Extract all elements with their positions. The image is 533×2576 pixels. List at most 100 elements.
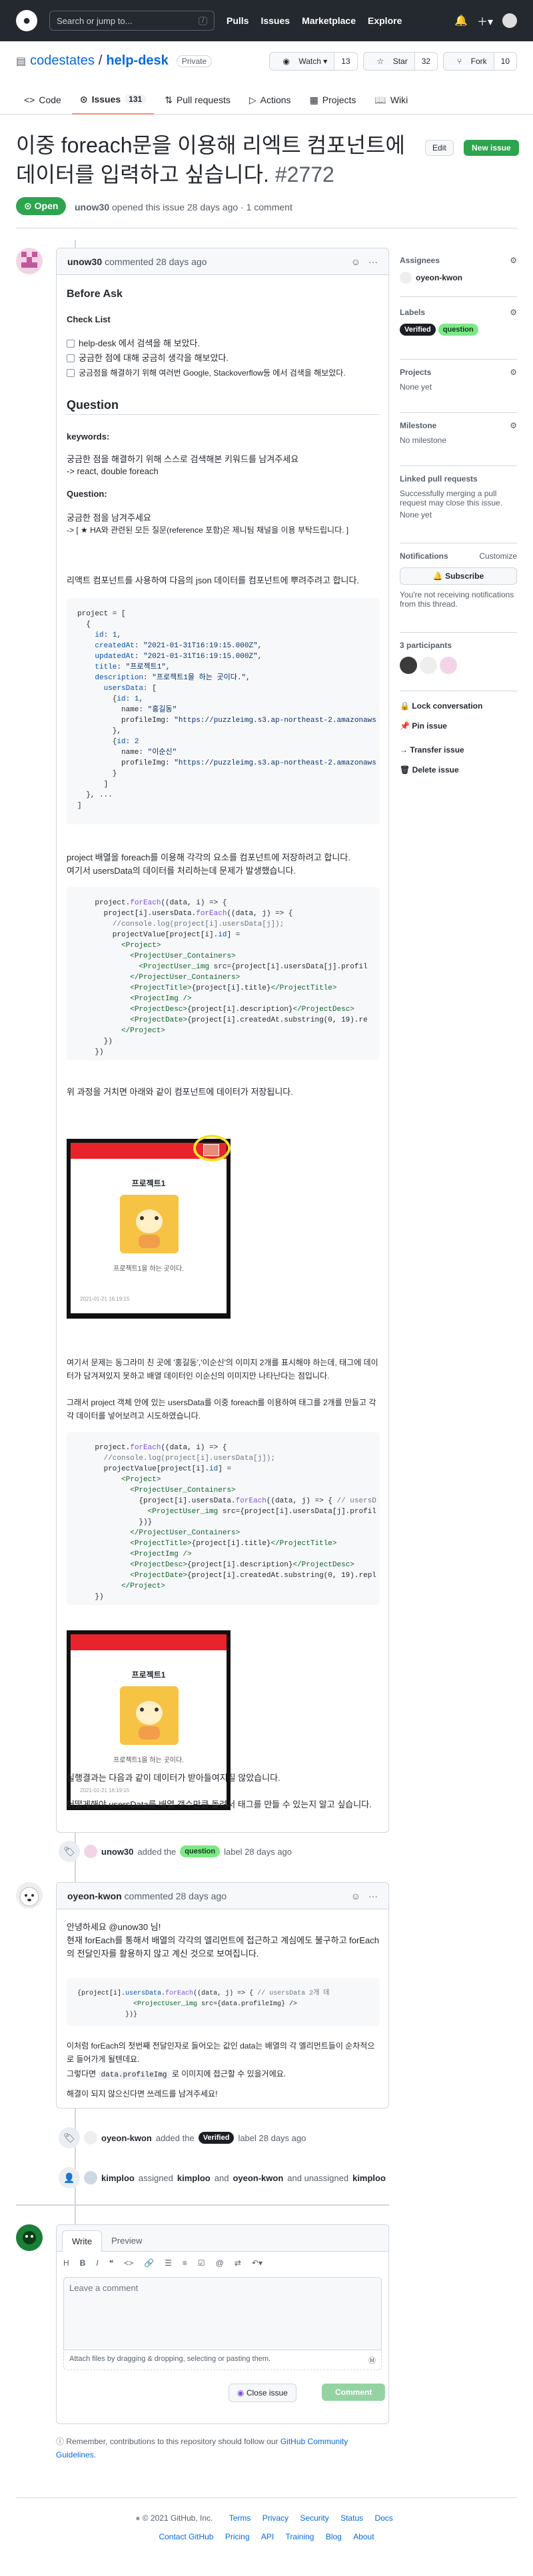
search-input[interactable]: Search or jump to... / [49,11,215,31]
delete-issue-link[interactable]: 🗑 Delete issue [400,763,459,777]
tab-wiki[interactable]: 📖 Wiki [366,85,416,115]
footer-link[interactable]: Privacy [263,2513,288,2523]
link-icon[interactable]: 🔗 [144,2258,154,2268]
smiley-icon[interactable]: ☺ [351,256,360,267]
bell-icon[interactable]: 🔔 [454,14,468,27]
star-count[interactable]: 32 [414,53,438,70]
comment-author[interactable]: unow30 [67,256,102,267]
checklist-item[interactable]: help-desk 에서 검색을 해 보았다. [67,337,200,350]
checklist-item[interactable]: 궁금한 점에 대해 궁금히 생각을 해보았다. [67,352,229,365]
avatar[interactable] [16,248,43,274]
fork-button[interactable]: ⑂ Fork 10 [443,52,517,71]
customize-link[interactable]: Customize [479,551,517,561]
avatar[interactable] [84,2131,97,2144]
gear-icon[interactable]: ⚙ [510,368,517,377]
transfer-issue-link[interactable]: → Transfer issue [400,743,464,757]
kebab-horizontal-icon[interactable]: ··· [368,1891,378,1901]
avatar[interactable] [400,657,417,674]
watch-button[interactable]: ◉ Watch ▾ 13 [268,52,358,71]
footer-link[interactable]: Blog [326,2532,342,2541]
footer-link[interactable]: Terms [229,2513,251,2523]
quote-icon[interactable]: ❝ [109,2258,113,2268]
footer-link[interactable]: Contact GitHub [159,2532,213,2541]
issue-author-link[interactable]: unow30 [75,202,109,212]
kebab-horizontal-icon[interactable]: ··· [368,256,378,267]
cross-reference-icon[interactable]: ⇄ [235,2258,241,2268]
footer-link[interactable]: Docs [374,2513,392,2523]
lock-conversation-link[interactable]: 🔒 Lock conversation [400,699,482,713]
avatar[interactable] [440,657,457,674]
edit-title-button[interactable]: Edit [425,140,454,156]
attach-files-area[interactable]: Attach files by dragging & dropping, sel… [63,2350,382,2370]
event-user[interactable]: kimploo [352,2173,386,2183]
user-avatar[interactable] [502,13,517,28]
avatar[interactable] [16,2224,43,2251]
nav-issues[interactable]: Issues [261,15,290,26]
fork-count[interactable]: 10 [493,53,516,70]
ordered-list-icon[interactable]: ≡ [183,2258,187,2268]
event-user[interactable]: oyeon-kwon [101,2133,152,2143]
github-mark-icon[interactable]: ● [135,2513,140,2523]
footer-link[interactable]: Training [286,2532,314,2541]
comment-textarea[interactable]: Leave a comment [63,2277,382,2350]
checkbox[interactable] [67,354,75,362]
star-icon: ☆ [376,57,386,66]
gear-icon[interactable]: ⚙ [510,256,517,265]
tab-issues[interactable]: ⊙ Issues 131 [71,85,155,115]
tab-projects[interactable]: ▦ Projects [302,85,364,115]
repo-owner-link[interactable]: codestates [30,53,95,69]
event-user[interactable]: unow30 [101,1847,133,1857]
tasklist-icon[interactable]: ☑ [198,2258,205,2268]
italic-icon[interactable]: I [96,2258,98,2268]
label-verified[interactable]: Verified [198,2132,235,2144]
close-issue-button[interactable]: ◉ Close issue [229,2384,296,2402]
assignee-name[interactable]: oyeon-kwon [416,273,462,282]
avatar[interactable] [84,2171,97,2184]
footer-link[interactable]: About [353,2532,374,2541]
avatar[interactable] [16,1882,43,1909]
github-logo-icon[interactable]: ● [16,10,37,31]
tab-write[interactable]: Write [62,2230,103,2252]
label-question[interactable]: question [180,1845,221,1857]
label-verified[interactable]: Verified [400,324,436,336]
footer-link[interactable]: Security [300,2513,328,2523]
nav-marketplace[interactable]: Marketplace [302,15,356,26]
footer-link[interactable]: Status [340,2513,363,2523]
checkbox[interactable] [67,369,75,377]
comment-author[interactable]: oyeon-kwon [67,1891,122,1901]
event-user[interactable]: kimploo [101,2173,135,2183]
tab-actions[interactable]: ▷ Actions [241,85,299,115]
gear-icon[interactable]: ⚙ [510,308,517,317]
repo-name-link[interactable]: help-desk [106,53,168,69]
gear-icon[interactable]: ⚙ [510,421,517,430]
star-button[interactable]: ☆ Star 32 [362,52,438,71]
event-user[interactable]: kimploo [177,2173,211,2183]
event-user[interactable]: oyeon-kwon [233,2173,283,2183]
checkbox[interactable] [67,340,75,348]
footer-link[interactable]: API [261,2532,274,2541]
smiley-icon[interactable]: ☺ [351,1891,360,1901]
watch-count[interactable]: 13 [334,53,357,70]
tab-code[interactable]: <> Code [16,85,69,115]
avatar[interactable] [420,657,437,674]
new-issue-button[interactable]: New issue [464,140,519,156]
heading-icon[interactable]: H [63,2258,69,2268]
tab-preview[interactable]: Preview [102,2230,151,2251]
bold-icon[interactable]: B [80,2258,86,2268]
avatar[interactable] [400,272,412,284]
label-question[interactable]: question [438,324,478,336]
tab-pull-requests[interactable]: ⇅ Pull requests [157,85,239,115]
subscribe-button[interactable]: 🔔 Subscribe [400,567,517,585]
unordered-list-icon[interactable]: ☰ [165,2258,172,2268]
nav-explore[interactable]: Explore [368,15,402,26]
footer-link[interactable]: Pricing [225,2532,250,2541]
reply-icon[interactable]: ↶▾ [252,2258,263,2268]
plus-icon[interactable]: ＋▾ [477,13,493,29]
code-icon[interactable]: <> [124,2258,133,2268]
checklist-item[interactable]: 궁금점을 해결하기 위해 여러번 Google, Stackoverflow등 … [67,366,384,380]
avatar[interactable] [84,1845,97,1858]
nav-pulls[interactable]: Pulls [227,15,249,26]
pin-issue-link[interactable]: 📌 Pin issue [400,719,447,733]
mention-icon[interactable]: @ [216,2258,224,2268]
comment-button[interactable]: Comment [322,2384,386,2401]
